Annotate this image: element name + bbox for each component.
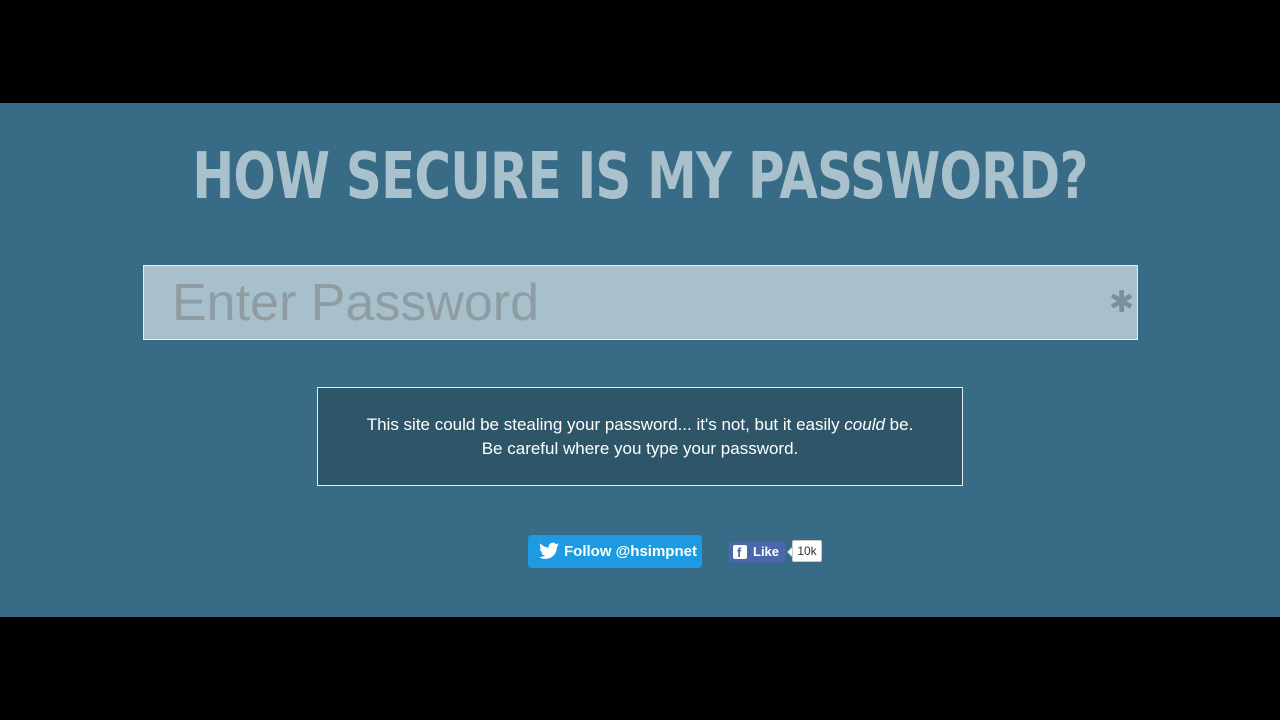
page-title: HOW SECURE IS MY PASSWORD?: [192, 140, 1088, 214]
notice-emphasis: could: [844, 415, 885, 434]
twitter-bird-icon: [539, 542, 559, 559]
letterbox-bottom: [0, 617, 1280, 720]
like-count-badge: 10k: [792, 540, 822, 562]
twitter-follow-label: Follow @hsimpnet: [564, 543, 697, 560]
facebook-like-label: Like: [753, 544, 780, 559]
asterisk-icon[interactable]: ✱: [1109, 288, 1134, 318]
like-count-pointer-fill: [788, 548, 792, 556]
password-field-container: ✱: [143, 265, 1138, 340]
letterbox-top: [0, 0, 1280, 103]
facebook-like-button[interactable]: f Like: [729, 541, 786, 563]
password-input[interactable]: [144, 266, 1137, 339]
page-content: HOW SECURE IS MY PASSWORD? ✱ This site c…: [0, 103, 1280, 617]
twitter-follow-button[interactable]: Follow @hsimpnet: [528, 535, 702, 568]
security-notice: This site could be stealing your passwor…: [317, 387, 963, 486]
notice-text-start: This site could be stealing your passwor…: [366, 415, 845, 434]
notice-line-1: This site could be stealing your passwor…: [318, 413, 962, 437]
social-buttons: Follow @hsimpnet f Like 10k: [0, 535, 1280, 569]
facebook-icon: f: [733, 545, 747, 560]
notice-line-2: Be careful where you type your password.: [481, 439, 799, 458]
notice-text-end: be.: [884, 415, 914, 434]
facebook-icon-glyph: f: [737, 545, 742, 560]
